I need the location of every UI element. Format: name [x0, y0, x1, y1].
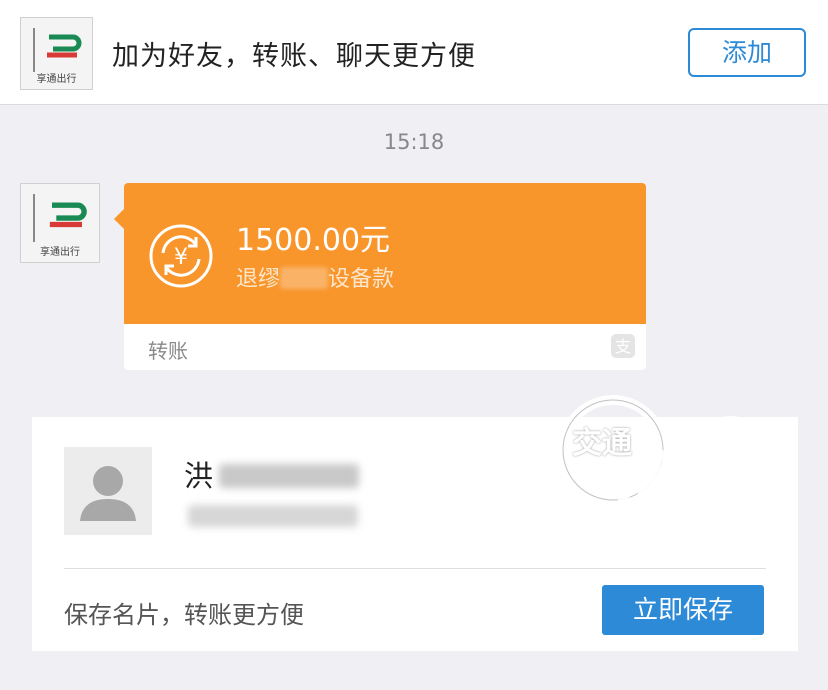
sender-avatar[interactable]: 享通出行	[20, 183, 100, 263]
redacted-phone	[188, 505, 358, 527]
transfer-amount: 1500.00元	[236, 223, 391, 258]
save-now-button[interactable]: 立即保存	[602, 585, 764, 635]
logo-text: 享通出行	[36, 74, 77, 85]
card-divider	[64, 568, 766, 569]
redacted-text	[280, 267, 329, 289]
logo-divider	[33, 28, 35, 73]
svg-text:¥: ¥	[174, 245, 188, 270]
message-timestamp: 15:18	[383, 130, 445, 154]
save-card-prompt: 保存名片，转账更方便	[64, 601, 304, 629]
yuan-transfer-icon: ¥	[149, 224, 213, 288]
add-friend-prompt: 加为好友，转账、聊天更方便	[112, 41, 476, 72]
contact-avatar[interactable]: 享通出行	[20, 17, 93, 90]
transfer-description-prefix: 退缪	[236, 267, 281, 292]
svg-text:支: 支	[615, 337, 631, 356]
transfer-header: ¥ 1500.00元 退缪 设备款	[114, 183, 646, 324]
logo-text: 享通出行	[40, 247, 80, 258]
logo-divider	[33, 194, 35, 243]
contact-name: 洪	[184, 453, 360, 495]
transfer-description-suffix: 设备款	[328, 267, 395, 292]
redacted-name	[219, 464, 360, 488]
transfer-label: 转账	[148, 339, 188, 363]
transfer-message[interactable]: ¥ 1500.00元 退缪 设备款 转账 支	[114, 183, 646, 370]
logo-icon	[49, 202, 87, 228]
person-icon	[80, 466, 136, 521]
default-avatar	[64, 447, 152, 535]
contact-name-visible: 洪	[184, 459, 214, 493]
watermark-text: 交通	[572, 426, 632, 461]
logo-icon	[47, 34, 82, 58]
add-friend-button[interactable]: 添加	[688, 28, 806, 77]
transfer-description: 退缪 设备款	[236, 261, 394, 293]
alipay-icon: 支	[611, 334, 635, 358]
add-friend-bar: 享通出行 加为好友，转账、聊天更方便 添加	[0, 0, 828, 105]
